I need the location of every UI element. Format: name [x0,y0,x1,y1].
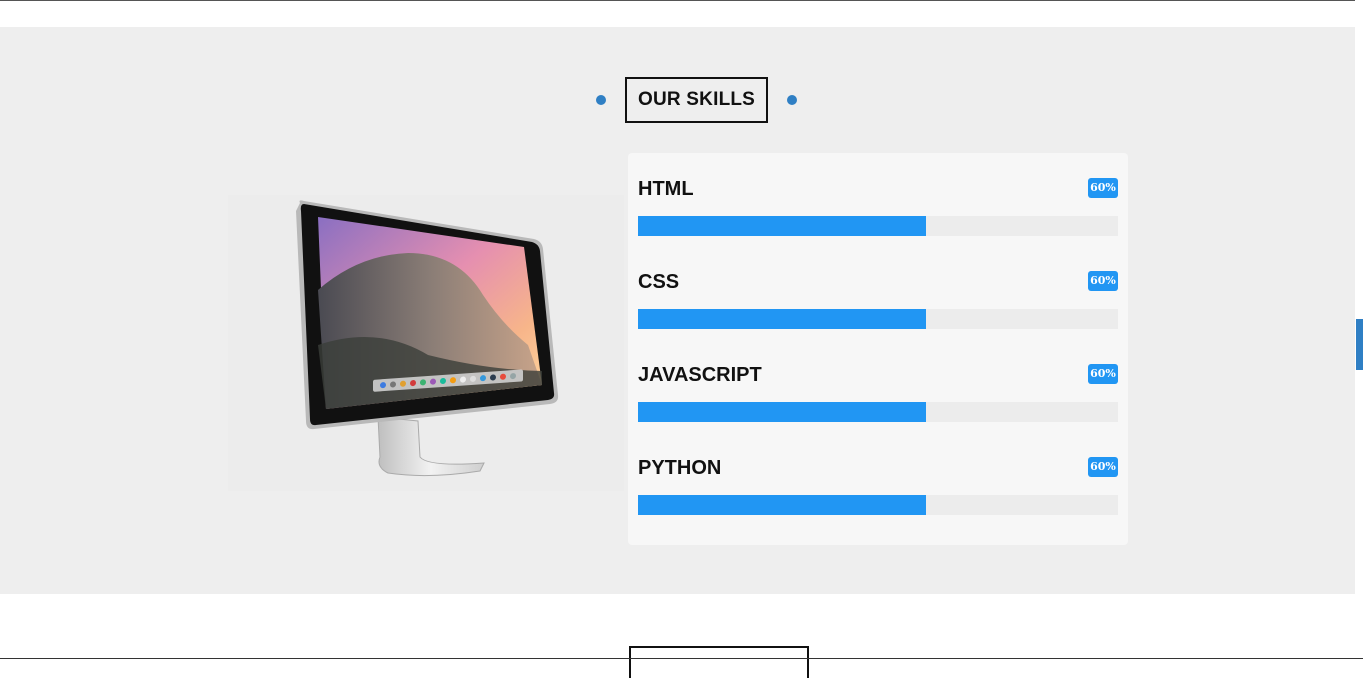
skill-progress-track [638,402,1118,422]
section-heading: OUR SKILLS [596,77,798,123]
skill-progress-fill [638,495,926,515]
top-divider [0,0,1363,1]
skill-name: HTML [638,178,694,200]
skill-percent-badge: 60% [1088,271,1118,291]
skill-progress-track [638,309,1118,329]
next-section-heading [629,646,809,678]
skill-percent-badge: 60% [1088,178,1118,198]
skill-progress-fill [638,402,926,422]
skills-card: HTML 60% CSS 60% JAVASCRIPT 60% PYTHON 6… [628,153,1128,545]
skill-percent-badge: 60% [1088,457,1118,477]
skill-progress-fill [638,216,926,236]
section-title: OUR SKILLS [625,77,769,123]
monitor-illustration [296,200,559,477]
skill-progress-track [638,495,1118,515]
skill-progress-track [638,216,1118,236]
skill-name: JAVASCRIPT [638,364,762,386]
skill-name: PYTHON [638,457,722,479]
skill-progress-fill [638,309,926,329]
skill-percent-badge: 60% [1088,364,1118,384]
skill-name: CSS [638,271,680,293]
heading-left-dot [596,95,606,105]
side-scroll-tab[interactable] [1356,319,1363,370]
desktop-monitor-image [228,195,624,491]
heading-right-dot [787,95,798,105]
